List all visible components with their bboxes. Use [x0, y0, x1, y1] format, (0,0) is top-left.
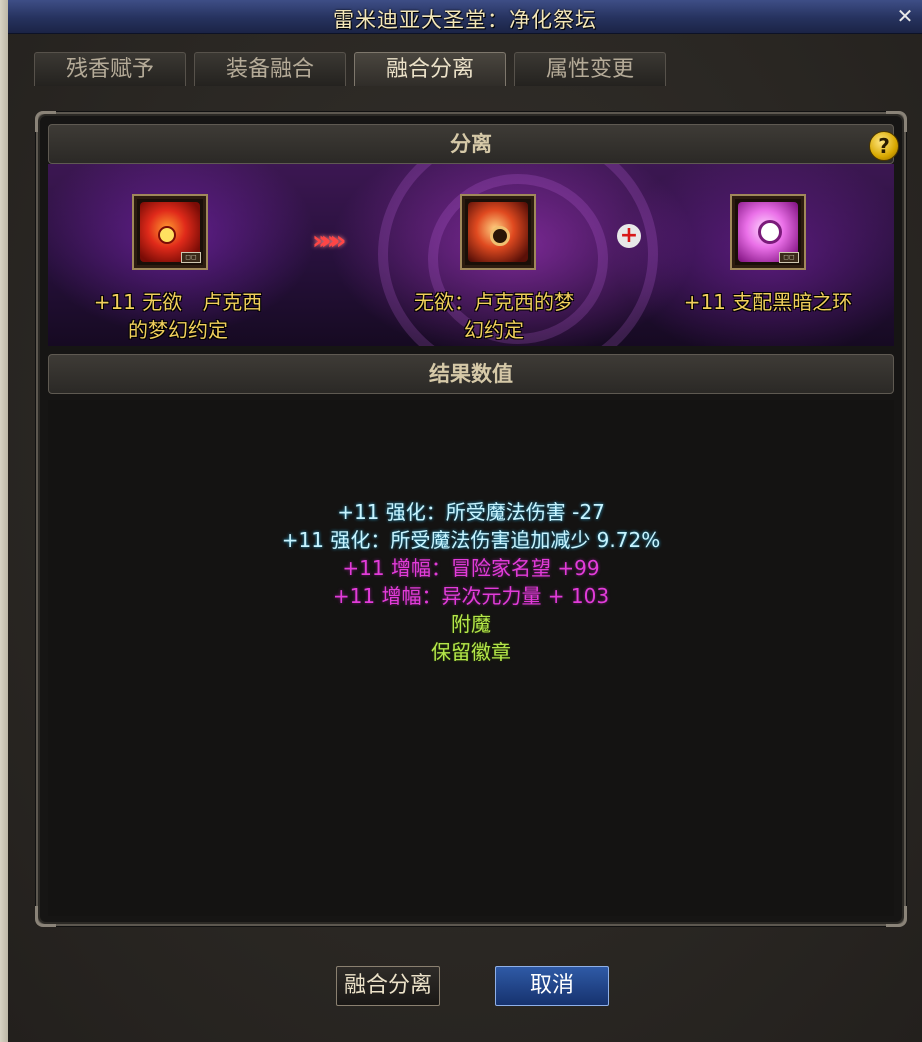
separation-banner: ◻◻ +11 无欲 卢克西 的梦幻约定 »»» 无欲：卢克西的梦 幻约定 + ◻… [48, 164, 894, 346]
socket-mark-icon: ◻◻ [181, 252, 201, 263]
result-line: +11 强化：所受魔法伤害追加减少 9.72% [281, 528, 661, 552]
fusion-separation-button[interactable]: 融合分离 [336, 966, 440, 1006]
extracted-item-slot[interactable]: ◻◻ [730, 194, 806, 270]
extracted-item-name-line1: +11 支配黑暗之环 [683, 290, 853, 314]
ring-eye [758, 220, 782, 244]
window-title: 雷米迪亚大圣堂：净化祭坛 [333, 8, 597, 32]
tab-fusion-separation[interactable]: 融合分离 [354, 52, 506, 86]
result-line: 保留徽章 [431, 640, 511, 664]
title-bar: 雷米迪亚大圣堂：净化祭坛 ✕ [8, 0, 922, 34]
source-item-name: +11 无欲 卢克西 的梦幻约定 [58, 288, 298, 344]
separation-header: 分离 ? [48, 124, 899, 164]
window-body: 残香赋予 装备融合 融合分离 属性变更 分离 ? ◻◻ +11 无欲 卢克西 的… [8, 34, 922, 1042]
close-icon[interactable]: ✕ [894, 5, 916, 27]
help-icon[interactable]: ? [869, 131, 899, 161]
extracted-item-name: +11 支配黑暗之环 [648, 288, 888, 316]
results-header-label: 结果数值 [429, 362, 513, 386]
tab-scent-grant[interactable]: 残香赋予 [34, 52, 186, 86]
result-item-name-line1: 无欲：卢克西的梦 [414, 290, 574, 314]
plus-icon: + [617, 224, 641, 248]
source-item-slot[interactable]: ◻◻ [132, 194, 208, 270]
socket-mark-icon: ◻◻ [779, 252, 799, 263]
tab-attribute-change[interactable]: 属性变更 [514, 52, 666, 86]
source-item-name-line2: 的梦幻约定 [128, 318, 228, 342]
tab-equipment-fusion[interactable]: 装备融合 [194, 52, 346, 86]
red-helmet-icon [468, 202, 528, 262]
helmet-gem [490, 226, 510, 246]
main-panel: 分离 ? ◻◻ +11 无欲 卢克西 的梦幻约定 »»» 无欲：卢克西的梦 幻约… [35, 111, 907, 927]
result-item-slot[interactable] [460, 194, 536, 270]
result-line: +11 增幅：冒险家名望 +99 [342, 556, 600, 580]
result-line: 附魔 [451, 612, 491, 636]
cancel-button[interactable]: 取消 [495, 966, 609, 1006]
results-panel: +11 强化：所受魔法伤害 -27 +11 强化：所受魔法伤害追加减少 9.72… [48, 400, 894, 916]
result-line: +11 增幅：异次元力量 + 103 [332, 584, 610, 608]
results-header: 结果数值 [48, 354, 894, 394]
background-edge [0, 0, 8, 1042]
result-item-name-line2: 幻约定 [464, 318, 524, 342]
arrow-icon: »»» [312, 226, 347, 256]
result-item-name: 无欲：卢克西的梦 幻约定 [374, 288, 614, 344]
source-item-name-line1: +11 无欲 卢克西 [93, 290, 263, 314]
result-line: +11 强化：所受魔法伤害 -27 [337, 500, 605, 524]
separation-header-label: 分离 [450, 132, 492, 156]
helmet-gem [158, 226, 176, 244]
